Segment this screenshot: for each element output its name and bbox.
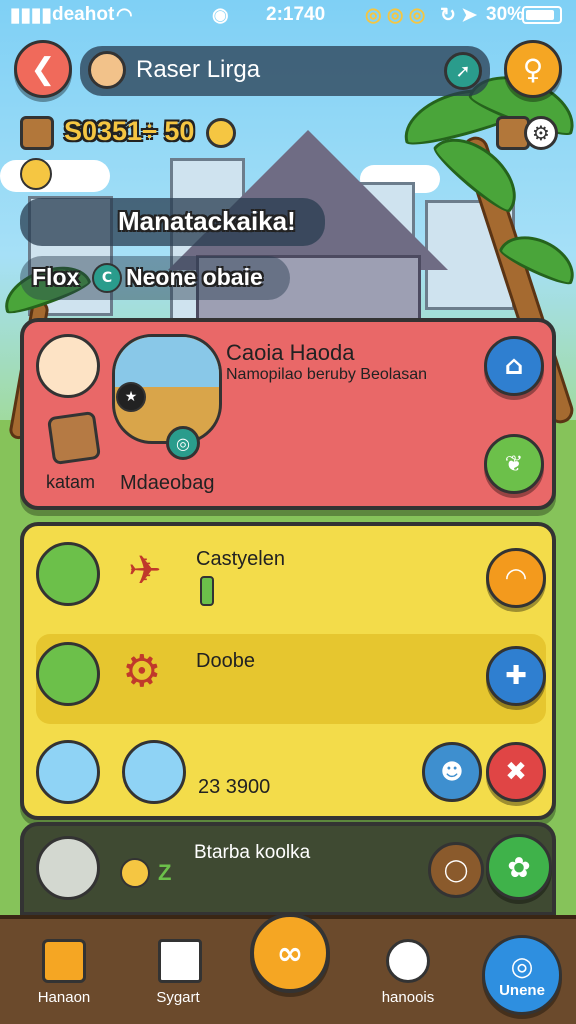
list-item[interactable]: 23 3900 ☻ ✖: [24, 732, 552, 820]
list-item-name: Castyelen: [196, 548, 285, 570]
back-button[interactable]: ❮: [14, 40, 72, 98]
bottom-card-badge: Z: [158, 860, 172, 885]
location-icon: ◉: [212, 5, 229, 26]
nav-item-home[interactable]: Hanaon: [22, 933, 106, 1024]
status-bar: ▮▮▮▮ deahot ◠ ◉ 2:1740 ◎ ◎ ◎ ↻ ➤ 30%: [0, 0, 576, 32]
home-button[interactable]: ⌂: [484, 336, 544, 396]
list-action-button[interactable]: ✚: [486, 646, 546, 706]
character-avatar: [36, 836, 100, 900]
compass-icon[interactable]: ➚: [444, 52, 482, 90]
gear-icon: ✿: [507, 850, 531, 884]
motorbike-icon: ⚙: [122, 646, 162, 697]
nav-label: Hanaon: [37, 989, 91, 1006]
featured-item-left-label: katam: [46, 472, 96, 492]
gear-icon[interactable]: ⚙: [524, 116, 558, 150]
coin-counter: S0351÷ 50: [64, 116, 195, 146]
creature-icon: ☻: [422, 742, 482, 802]
bottle-icon: [200, 576, 214, 606]
list-item[interactable]: ✈ Castyelen ◠: [24, 526, 552, 626]
player-name-bar[interactable]: Raser Lirga ➚: [80, 46, 490, 96]
badge-icon: ◎: [166, 426, 200, 460]
nav-item-craft[interactable]: Sygart: [130, 933, 226, 1024]
ring-icon: ◯: [443, 857, 469, 883]
coin-icon: [206, 118, 236, 148]
crate-icon: [46, 410, 102, 466]
gift-icon: [386, 939, 430, 983]
vine-button[interactable]: ❦: [484, 434, 544, 494]
character-avatar: [36, 334, 100, 398]
leaf-icon: ❦: [504, 451, 524, 477]
banner-tag: Neone obaie: [126, 264, 263, 290]
list-item-name: Doobe: [196, 650, 255, 672]
banner-subtitle: Flox: [32, 264, 80, 290]
character-avatar: [36, 642, 100, 706]
house-icon: ⌂: [504, 351, 524, 381]
search-button[interactable]: ◯: [428, 842, 484, 898]
cloud: [0, 160, 110, 192]
character-avatar: [36, 542, 100, 606]
battery-icon: [522, 6, 562, 24]
sun-icon: [20, 158, 52, 190]
list-action-button[interactable]: ✖: [486, 742, 546, 802]
tool-icon: [158, 939, 202, 983]
inventory-list-card: ✈ Castyelen ◠ ⚙ Doobe ✚ 23 3900 ☻ ✖: [20, 522, 556, 820]
list-item-value: 23 3900: [198, 776, 271, 798]
nav-label: hanoois: [381, 989, 435, 1006]
house-icon: [42, 939, 86, 983]
profile-button[interactable]: ♀: [504, 40, 562, 98]
player-name: Raser Lirga: [136, 56, 261, 83]
pet-avatar: [122, 740, 186, 804]
chat-icon: ◎: [510, 951, 534, 982]
banner-subtitle-bar: Flox C Neone obaie: [20, 256, 290, 300]
pet-icon: [120, 858, 150, 888]
nav-item-gifts[interactable]: hanoois: [360, 933, 456, 1024]
list-item-highlighted[interactable]: ⚙ Doobe ✚: [36, 634, 546, 724]
player-avatar: [88, 51, 126, 89]
signal-icon: ▮▮▮▮: [10, 5, 52, 26]
list-action-button[interactable]: ◠: [486, 548, 546, 608]
stroller-icon: ✈: [128, 548, 162, 594]
settings-button[interactable]: ✿: [486, 834, 552, 900]
carrier-label: deahot: [52, 4, 115, 25]
banner-title: Manatackaika!: [118, 206, 296, 236]
coin-status-icon: ◎ ◎ ◎: [365, 5, 426, 26]
bottom-nav: Hanaon Sygart ∞ hanoois ◎ Unene: [0, 913, 576, 1024]
banner-title-bar: Manatackaika!: [20, 198, 325, 246]
tag-icon: C: [92, 263, 122, 293]
wifi-icon: ◠: [116, 5, 133, 26]
map-pin-icon: ♀: [522, 52, 544, 86]
nav-item-chat[interactable]: ◎ Unene: [482, 935, 562, 1015]
nav-label: Unene: [499, 981, 545, 999]
clock: 2:1740: [266, 4, 326, 25]
nav-label: Sygart: [156, 989, 200, 1006]
close-icon: ✖: [505, 757, 527, 787]
wifi-icon: ◠: [506, 563, 526, 593]
bottom-card[interactable]: Btarba koolka Z ◯ ✿: [20, 822, 556, 916]
plus-icon: ✚: [505, 661, 527, 691]
featured-card[interactable]: katam ★ ◎ Mdaeobag Caoia Haoda Namopilao…: [20, 318, 556, 510]
chevron-left-icon: ❮: [30, 51, 56, 87]
center-action-icon: ∞: [276, 934, 304, 972]
sync-icon: ↻ ➤: [440, 5, 478, 26]
star-badge-icon: ★: [116, 382, 146, 412]
bottom-card-title: Btarba koolka: [194, 842, 311, 863]
wallet-icon: [20, 116, 54, 150]
character-avatar: [36, 740, 100, 804]
center-action-button[interactable]: ∞: [250, 913, 330, 993]
featured-item-right-label: Mdaeobag: [120, 472, 215, 494]
featured-title: Caoia Haoda: [226, 340, 355, 365]
battery-percent: 30%: [486, 4, 525, 25]
featured-subtitle: Namopilao beruby Beolasan: [226, 366, 428, 383]
